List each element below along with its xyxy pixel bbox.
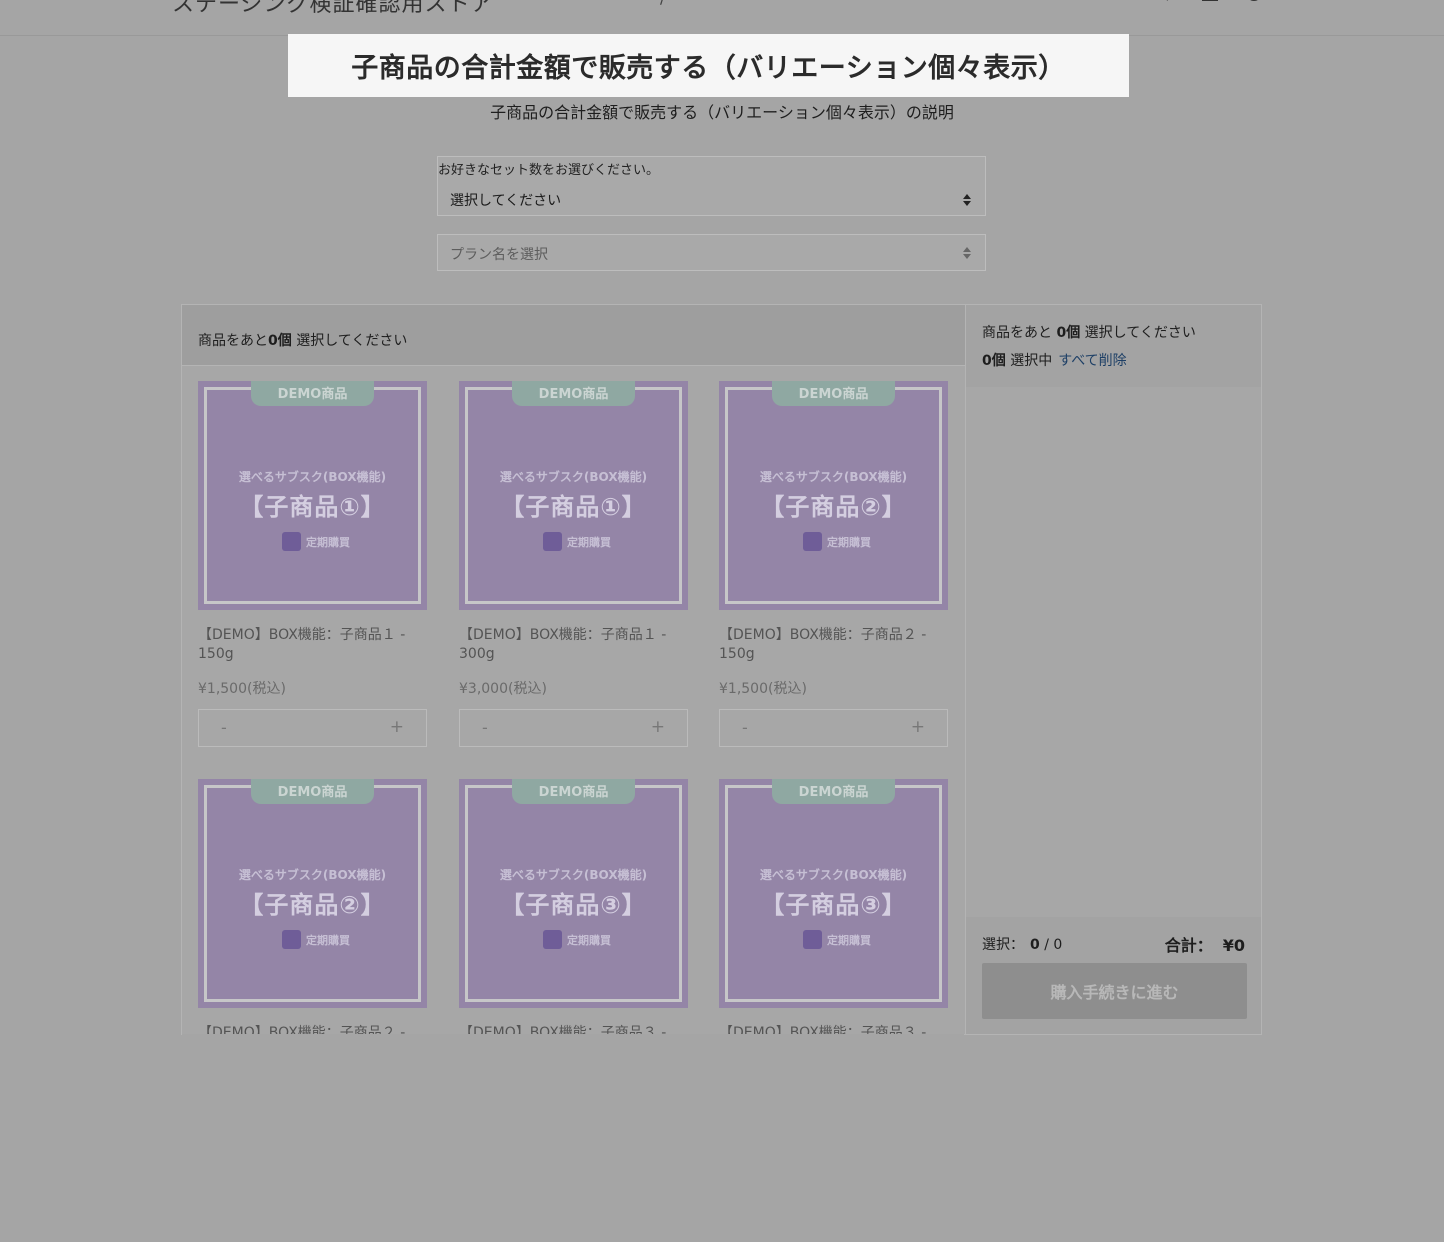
selected-total-value: 0 <box>1030 937 1040 953</box>
image-subtitle: 選べるサブスク(BOX機能) <box>238 868 387 882</box>
product-image[interactable]: DEMO商品選べるサブスク(BOX機能) 【子商品①】定期購買 <box>459 381 688 610</box>
box-selection-panel: 商品をあと0個 選択してください 商品をあと 0個 選択してください 0個 選択… <box>181 304 1262 1041</box>
subscription-badge-icon <box>543 532 562 551</box>
image-title: 【子商品①】 <box>239 493 386 521</box>
subscription-badge-icon <box>282 532 301 551</box>
subscription-badge-icon <box>282 930 301 949</box>
demo-label: DEMO商品 <box>251 381 374 406</box>
subscription-badge-icon <box>803 930 822 949</box>
subscription-badge-text: 定期購買 <box>827 536 871 549</box>
increase-button[interactable]: + <box>390 717 404 737</box>
product-price: ¥1,500(税込) <box>198 681 286 697</box>
image-subtitle: 選べるサブスク(BOX機能) <box>499 470 648 484</box>
page-title: 子商品の合計金額で販売する（バリエーション個々表示） <box>288 34 1129 97</box>
demo-label: DEMO商品 <box>772 381 895 406</box>
product-name[interactable]: 【DEMO】BOX機能：子商品１ - 150g <box>198 626 427 664</box>
account-icon[interactable] <box>1202 0 1218 2</box>
selected-total-max: / 0 <box>1039 937 1063 953</box>
image-subtitle: 選べるサブスク(BOX機能) <box>238 470 387 484</box>
selected-label: 選択中 <box>1005 353 1053 369</box>
decrease-button[interactable]: - <box>742 718 748 737</box>
image-title: 【子商品②】 <box>760 493 907 521</box>
product-name[interactable]: 【DEMO】BOX機能：子商品１ - 300g <box>459 626 688 664</box>
store-name[interactable]: ステージング検証確認用ストア <box>172 0 494 18</box>
total-value: ¥0 <box>1222 936 1245 955</box>
select-arrows-icon <box>963 247 971 259</box>
decrease-button[interactable]: - <box>221 718 227 737</box>
summary-remaining-count: 0個 <box>1056 325 1081 341</box>
decrease-button[interactable]: - <box>482 718 488 737</box>
selection-summary-header: 商品をあと 0個 選択してください 0個 選択中 すべて削除 <box>966 305 1261 387</box>
image-title: 【子商品①】 <box>500 493 647 521</box>
demo-label: DEMO商品 <box>512 381 635 406</box>
page-description: 子商品の合計金額で販売する（バリエーション個々表示）の説明 <box>490 103 954 122</box>
product-image[interactable]: DEMO商品選べるサブスク(BOX機能) 【子商品③】定期購買 <box>459 779 688 1008</box>
selection-summary-footer: 選択： 0 / 0 合計： ¥0 購入手続きに進む <box>966 917 1261 1034</box>
image-subtitle: 選べるサブスク(BOX機能) <box>759 470 908 484</box>
quantity-stepper[interactable]: - + <box>719 709 948 747</box>
subscription-badge-text: 定期購買 <box>306 536 350 549</box>
selected-total-label: 選択： <box>982 937 1024 953</box>
quantity-stepper[interactable]: - + <box>198 709 427 747</box>
product-price: ¥1,500(税込) <box>719 681 807 697</box>
increase-button[interactable]: + <box>911 717 925 737</box>
summary-remaining-suffix: 選択してください <box>1080 325 1196 341</box>
total-label: 合計： <box>1164 936 1213 955</box>
demo-label: DEMO商品 <box>512 779 635 804</box>
subscription-badge-icon <box>543 930 562 949</box>
image-subtitle: 選べるサブスク(BOX機能) <box>499 868 648 882</box>
set-count-value[interactable]: 選択してください <box>450 190 561 210</box>
header-separator: / <box>660 0 665 7</box>
checkout-button[interactable]: 購入手続きに進む <box>982 963 1247 1019</box>
remaining-prefix: 商品をあと <box>198 333 268 349</box>
image-title: 【子商品③】 <box>500 891 647 919</box>
remaining-suffix: 選択してください <box>291 333 408 349</box>
plan-name-select[interactable]: プラン名を選択 <box>437 234 986 271</box>
product-image[interactable]: DEMO商品選べるサブスク(BOX機能) 【子商品③】定期購買 <box>719 779 948 1008</box>
plan-name-placeholder: プラン名を選択 <box>450 247 548 263</box>
quantity-stepper[interactable]: - + <box>459 709 688 747</box>
set-count-label: お好きなセット数をお選びください。 <box>438 163 660 178</box>
clear-all-link[interactable]: すべて削除 <box>1058 353 1126 369</box>
subscription-badge-text: 定期購買 <box>567 536 611 549</box>
subscription-badge-icon <box>803 532 822 551</box>
remaining-count: 0個 <box>268 333 292 349</box>
summary-remaining-prefix: 商品をあと <box>982 325 1057 341</box>
subscription-badge-text: 定期購買 <box>567 934 611 947</box>
increase-button[interactable]: + <box>651 717 665 737</box>
scroll-cutoff <box>182 1034 964 1242</box>
image-subtitle: 選べるサブスク(BOX機能) <box>759 868 908 882</box>
product-image[interactable]: DEMO商品選べるサブスク(BOX機能) 【子商品②】定期購買 <box>198 779 427 1008</box>
cart-icon[interactable] <box>1246 0 1262 2</box>
site-header: ステージング検証確認用ストア / <box>0 0 1444 36</box>
product-list-header: 商品をあと0個 選択してください <box>182 305 965 366</box>
subscription-badge-text: 定期購買 <box>306 934 350 947</box>
image-title: 【子商品③】 <box>760 891 907 919</box>
product-name[interactable]: 【DEMO】BOX機能：子商品２ - 150g <box>719 626 948 664</box>
subscription-badge-text: 定期購買 <box>827 934 871 947</box>
set-count-select[interactable]: お好きなセット数をお選びください。 選択してください <box>437 156 986 216</box>
demo-label: DEMO商品 <box>772 779 895 804</box>
product-image[interactable]: DEMO商品選べるサブスク(BOX機能) 【子商品①】定期購買 <box>198 381 427 610</box>
search-icon[interactable] <box>1158 0 1174 2</box>
select-arrows-icon <box>963 194 971 206</box>
selected-count: 0個 <box>982 353 1006 369</box>
product-image[interactable]: DEMO商品選べるサブスク(BOX機能) 【子商品②】定期購買 <box>719 381 948 610</box>
demo-label: DEMO商品 <box>251 779 374 804</box>
image-title: 【子商品②】 <box>239 891 386 919</box>
product-price: ¥3,000(税込) <box>459 681 547 697</box>
